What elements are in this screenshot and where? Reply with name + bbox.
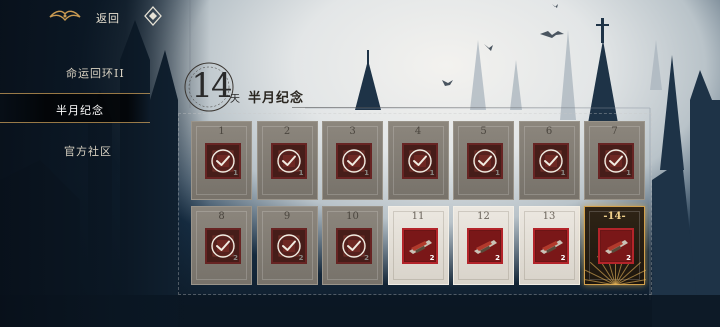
claimed-overlay [401, 143, 438, 179]
day-number: 2 [283, 126, 291, 137]
reward-item[interactable]: 2 [467, 228, 503, 264]
day-card-5[interactable]: 51 [453, 121, 514, 200]
day-number: 6 [545, 126, 553, 137]
day-card-7[interactable]: 71 [584, 121, 645, 200]
day-card-6[interactable]: 61 [518, 121, 580, 200]
claimed-overlay [532, 143, 569, 179]
sidebar-item-label: 命运回环II [66, 67, 125, 80]
item-count: 2 [495, 254, 500, 262]
claimed-overlay [598, 143, 634, 179]
reward-item[interactable]: 2 [401, 228, 438, 264]
top-bar: 返回 [0, 0, 720, 34]
sidebar-item-community[interactable]: 官方社区 [0, 135, 150, 165]
day-number: -14- [603, 211, 626, 222]
day-number: 10 [346, 211, 359, 222]
day-card-1[interactable]: 11 [191, 121, 252, 200]
reward-item[interactable]: 2 [598, 228, 634, 264]
day-number: 8 [218, 211, 225, 222]
day-card-14[interactable]: -14- 2 [584, 206, 646, 285]
day-card-10[interactable]: 102 [322, 206, 383, 285]
day-unit: 天 [230, 94, 240, 105]
check-icon [473, 149, 497, 173]
claimed-overlay [336, 143, 372, 179]
day-number: 1 [218, 126, 225, 137]
sidebar-item-half-month[interactable]: 半月纪念 [0, 93, 150, 123]
day-card-8[interactable]: 82 [191, 206, 252, 285]
day-number: 4 [414, 126, 422, 137]
item-count: 2 [429, 254, 435, 262]
day-number: 3 [349, 126, 356, 137]
day-number: 11 [411, 211, 425, 222]
check-icon [211, 234, 235, 258]
page-title: 半月纪念 [248, 91, 305, 106]
title-divider [292, 107, 647, 108]
day-count: 14 [191, 66, 232, 106]
day-card-13[interactable]: 13 2 [518, 206, 580, 285]
check-icon [538, 149, 563, 173]
day-card-4[interactable]: 41 [387, 121, 449, 200]
claimed-overlay [336, 228, 372, 264]
sidebar-item-label: 半月纪念 [56, 104, 104, 117]
event-header: 14 天 半月纪念 [182, 60, 652, 116]
diamond-icon[interactable] [144, 6, 162, 26]
check-icon [211, 149, 235, 173]
day-number: 13 [542, 211, 556, 222]
day-number: 9 [283, 211, 291, 222]
item-count: 2 [560, 254, 566, 262]
claimed-overlay [205, 143, 241, 179]
check-icon [342, 234, 366, 258]
sidebar-item-label: 官方社区 [64, 145, 112, 158]
day-card-11[interactable]: 11 2 [387, 206, 449, 285]
day-number: 12 [477, 211, 490, 222]
day-number: 5 [480, 126, 487, 137]
back-button[interactable]: 返回 [96, 10, 120, 26]
reward-item[interactable]: 2 [532, 228, 569, 264]
claimed-overlay [205, 228, 241, 264]
wing-crest-icon[interactable] [48, 8, 82, 26]
check-icon [276, 149, 301, 173]
check-icon [342, 149, 366, 173]
claimed-overlay [270, 228, 307, 264]
day-card-9[interactable]: 92 [256, 206, 318, 285]
check-icon [407, 149, 432, 173]
check-icon [276, 234, 301, 258]
day-card-12[interactable]: 12 2 [453, 206, 514, 285]
claimed-overlay [270, 143, 307, 179]
sidebar-item-destiny-loop[interactable]: 命运回环II [0, 57, 150, 87]
day-card-2[interactable]: 21 [256, 121, 318, 200]
day-card-3[interactable]: 31 [322, 121, 383, 200]
check-icon [604, 149, 628, 173]
day-number: 7 [611, 126, 618, 137]
claimed-overlay [467, 143, 503, 179]
item-count: 2 [626, 254, 631, 262]
